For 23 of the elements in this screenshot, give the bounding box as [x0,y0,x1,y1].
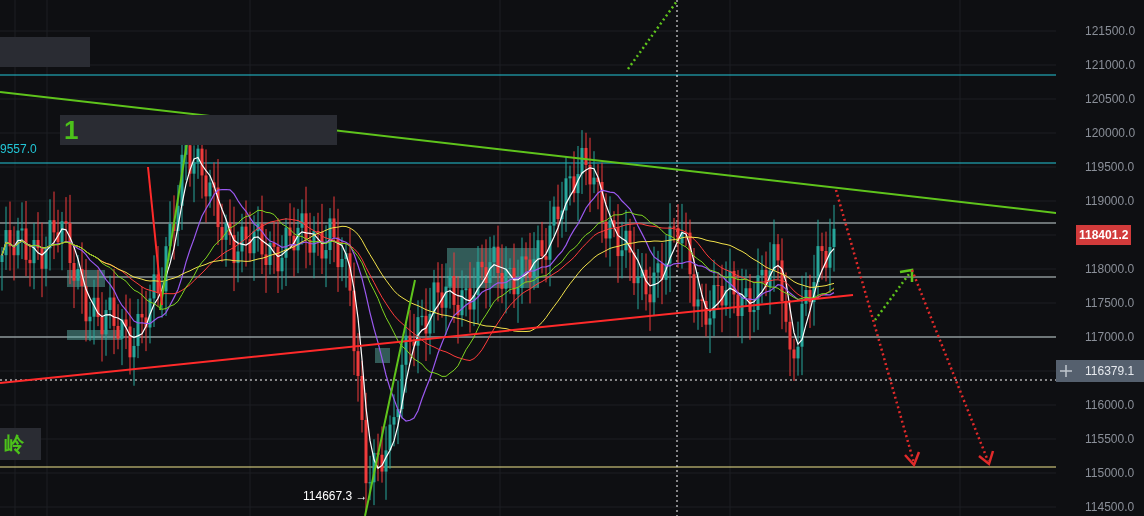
price-label: 9557.0 [0,141,37,158]
price-tick-label: 121500.0 [1084,23,1136,40]
price-tick-label: 119000.0 [1084,193,1135,210]
zone-rectangle [375,348,390,363]
price-tick-label: 119500.0 [1084,159,1135,176]
price-tick-label: 114500.0 [1084,499,1135,516]
zone-rectangle [67,330,122,340]
price-tick-label: 115000.0 [1084,465,1135,482]
dotted-line [627,0,678,70]
price-tick-label: 117500.0 [1084,295,1135,312]
price-tick-label: 118000.0 [1084,261,1135,278]
crosshair-price-tag: 116379.1 [1076,360,1144,382]
chart-label: 1 [60,115,337,145]
price-tick-label: 117000.0 [1084,329,1135,346]
last-price-tag: 118401.2 [1076,225,1132,245]
plus-icon[interactable] [1056,360,1076,382]
price-tick-label: 121000.0 [1084,57,1136,74]
low-price-label: 114667.3 → [303,488,368,505]
price-tick-label: 120500.0 [1084,91,1136,108]
price-tick-label: 120000.0 [1084,125,1136,142]
chart-label: 岭 [0,428,41,460]
price-tick-label: 115500.0 [1084,431,1135,448]
price-tick-label: 116000.0 [1084,397,1135,414]
